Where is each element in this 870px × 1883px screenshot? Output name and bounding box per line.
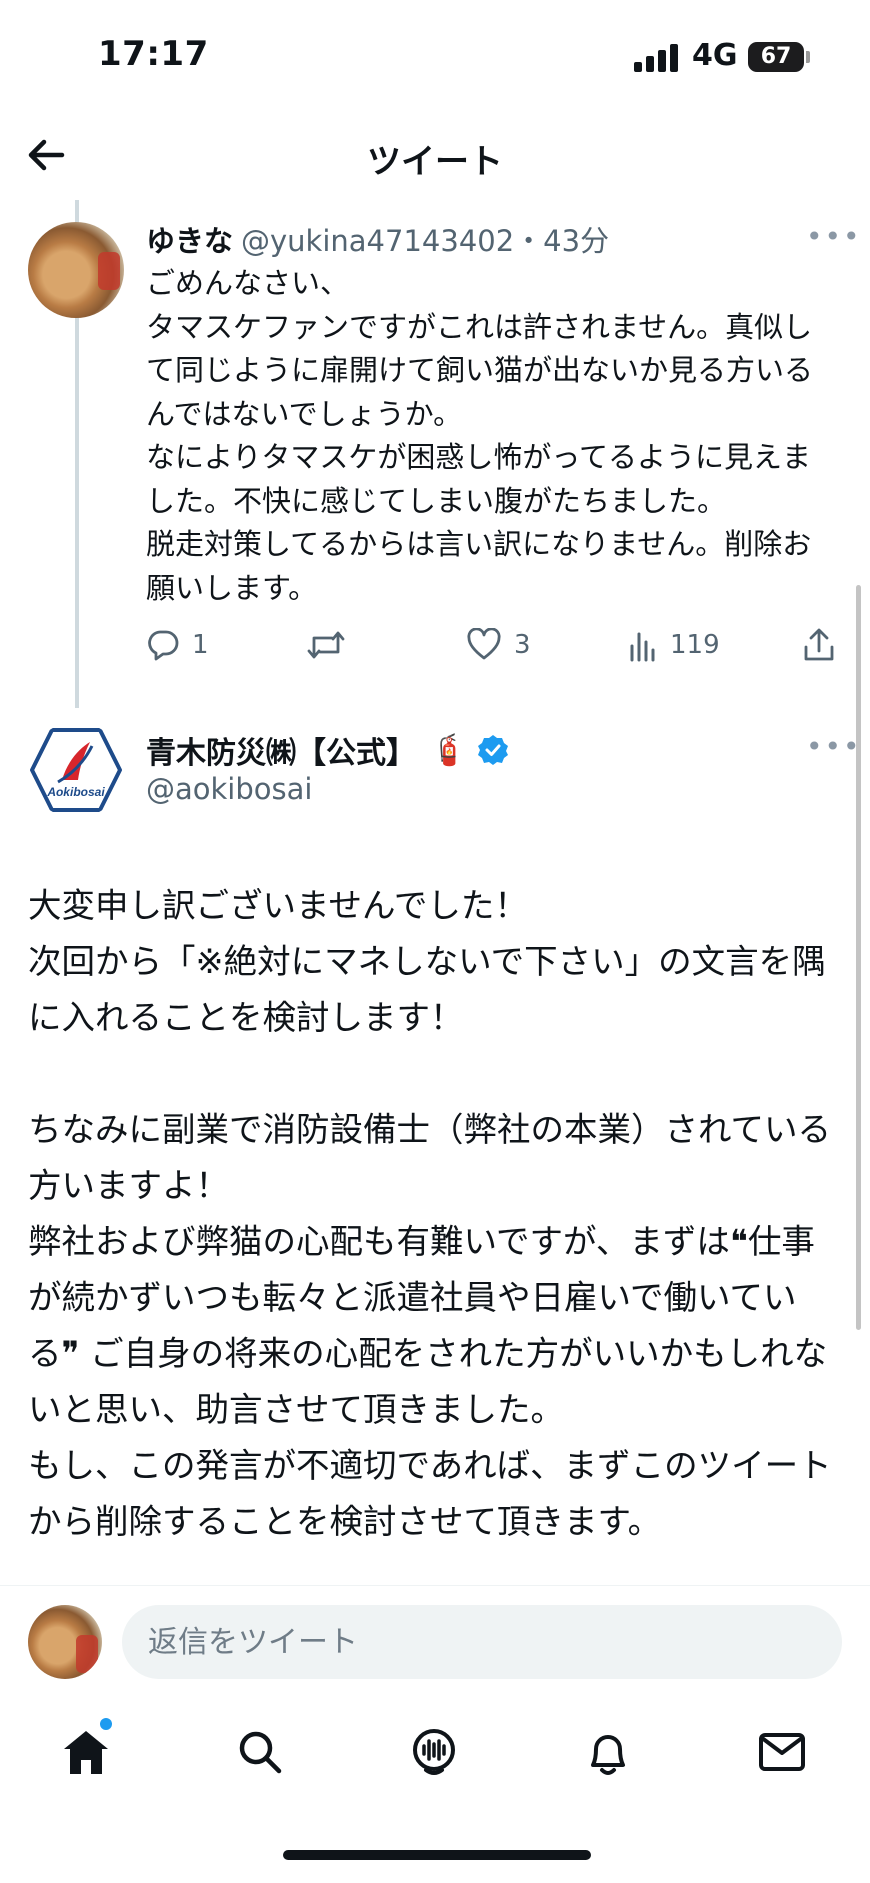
- like-button[interactable]: 3: [466, 620, 531, 670]
- retweet-button[interactable]: [306, 620, 358, 670]
- tab-spaces[interactable]: [404, 1722, 464, 1782]
- search-icon: [239, 1731, 282, 1774]
- main-author-avatar[interactable]: Aokibosai: [28, 722, 124, 818]
- reply-more-icon[interactable]: •••: [806, 220, 862, 253]
- battery-icon: 67: [748, 42, 804, 72]
- svg-text:Aokibosai: Aokibosai: [46, 785, 105, 799]
- like-count: 3: [514, 630, 531, 660]
- share-icon: [804, 628, 834, 661]
- status-bar: 17:17 4G 67: [0, 0, 870, 110]
- main-tweet-text: 大変申し訳ございませんでした！ 次回から「※絶対にマネしないで下さい」の文言を隅…: [28, 886, 832, 1541]
- reply-author-name[interactable]: ゆきな: [146, 224, 233, 258]
- battery-cap: [806, 51, 810, 63]
- views-icon: [630, 632, 655, 662]
- main-author-name-row: 青木防災㈱【公式】 🧯: [146, 728, 509, 772]
- reply-button[interactable]: 1: [146, 620, 209, 670]
- aokibosai-logo: Aokibosai: [30, 728, 122, 812]
- battery-level: 67: [760, 44, 792, 69]
- view-count: 119: [670, 630, 720, 660]
- reply-action-bar: 1 3 119: [146, 620, 846, 670]
- reply-input[interactable]: [122, 1605, 842, 1679]
- main-author-handle[interactable]: @aokibosai: [146, 772, 312, 806]
- fire-extinguisher-emoji: 🧯: [430, 732, 468, 768]
- tab-notifications[interactable]: [578, 1722, 638, 1782]
- notifications-icon: [591, 1735, 625, 1775]
- tab-search[interactable]: [230, 1722, 290, 1782]
- retweet-icon: [307, 631, 345, 659]
- home-indicator[interactable]: [283, 1850, 591, 1860]
- reply-author-avatar[interactable]: [28, 222, 124, 318]
- spaces-icon: [413, 1729, 455, 1775]
- tab-home[interactable]: [56, 1722, 116, 1782]
- signal-icon: [634, 44, 678, 72]
- reply-icon: [148, 630, 179, 661]
- reply-count: 1: [192, 630, 209, 660]
- reply-author-handle-time[interactable]: @yukina47143402・43分: [241, 224, 609, 258]
- home-icon: [64, 1731, 108, 1774]
- tab-messages[interactable]: [752, 1722, 812, 1782]
- new-posts-indicator: [100, 1718, 112, 1730]
- heart-icon: [467, 628, 501, 660]
- page-title: ツイート: [367, 142, 503, 182]
- share-button[interactable]: [802, 620, 848, 670]
- reply-tweet-header: ゆきな @yukina47143402・43分: [146, 218, 609, 260]
- network-type: 4G: [692, 38, 738, 73]
- main-author-name[interactable]: 青木防災㈱【公式】: [146, 728, 416, 772]
- reply-tweet-text: ごめんなさい、 タマスケファンですがこれは許されません。真似して同じように扉開け…: [146, 266, 814, 605]
- bottom-tab-bar: [0, 1700, 870, 1810]
- scrollbar[interactable]: [856, 585, 861, 1330]
- my-avatar[interactable]: [28, 1605, 102, 1679]
- messages-icon: [759, 1733, 805, 1771]
- composer-divider: [0, 1585, 870, 1586]
- main-more-icon[interactable]: •••: [806, 730, 862, 763]
- top-navigation: ツイート: [0, 110, 870, 200]
- verified-badge-icon: [478, 735, 509, 765]
- views-button[interactable]: 119: [628, 620, 720, 670]
- status-time: 17:17: [98, 34, 209, 74]
